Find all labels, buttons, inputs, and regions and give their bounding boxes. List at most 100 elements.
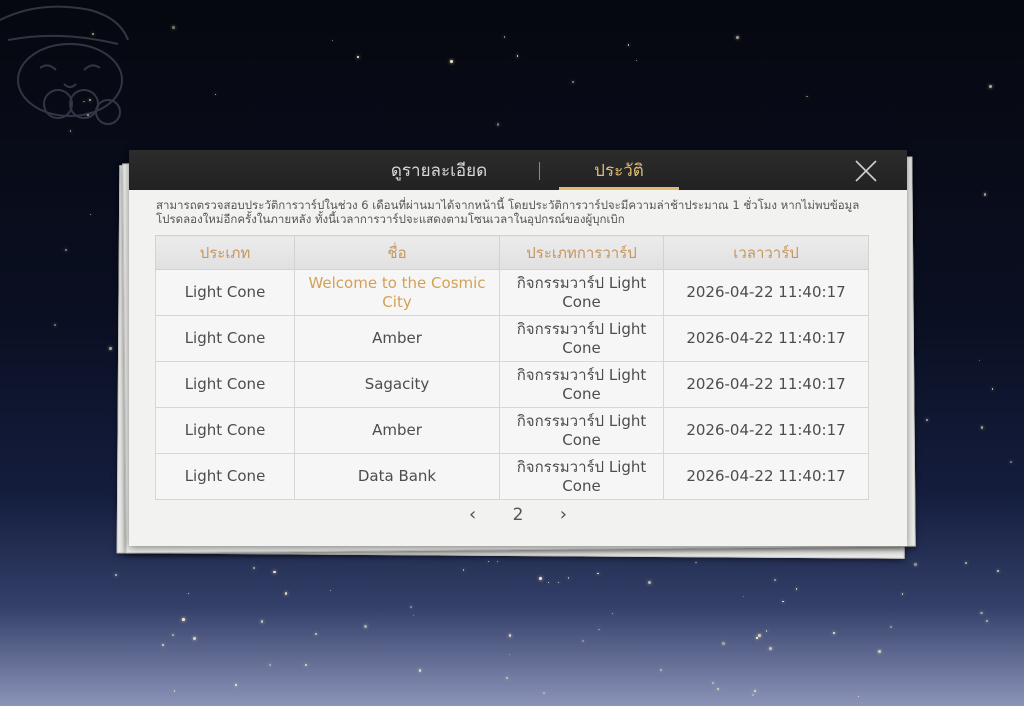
cell-name: Sagacity bbox=[294, 361, 500, 408]
column-header-name: ชื่อ bbox=[294, 235, 500, 270]
cell-type: Light Cone bbox=[155, 269, 295, 316]
cell-warp-type: กิจกรรมวาร์ป Light Cone bbox=[499, 269, 664, 316]
star bbox=[978, 360, 980, 362]
cell-warp-type: กิจกรรมวาร์ป Light Cone bbox=[499, 453, 664, 500]
star bbox=[925, 419, 928, 422]
table-row: Light Cone Data Bank กิจกรรมวาร์ป Light … bbox=[155, 453, 869, 500]
star bbox=[450, 60, 453, 64]
star bbox=[756, 637, 758, 639]
cell-warp-type: กิจกรรมวาร์ป Light Cone bbox=[499, 407, 664, 454]
star bbox=[659, 668, 663, 672]
star bbox=[252, 567, 255, 569]
warp-history-panel: ดูรายละเอียด ประวัติ สามารถตรวจสอบประวัต… bbox=[129, 150, 907, 546]
star bbox=[980, 612, 983, 615]
star bbox=[503, 36, 506, 38]
star bbox=[162, 644, 165, 646]
column-header-type: ประเภท bbox=[155, 235, 295, 270]
star bbox=[751, 693, 755, 697]
star bbox=[505, 677, 508, 680]
cell-name: Amber bbox=[294, 407, 500, 454]
star bbox=[964, 561, 967, 564]
star bbox=[889, 625, 892, 628]
tab-details[interactable]: ดูรายละเอียด bbox=[349, 150, 529, 190]
star bbox=[765, 630, 768, 633]
star bbox=[304, 664, 307, 667]
page-number: 2 bbox=[512, 505, 524, 525]
star bbox=[90, 213, 92, 215]
cell-type: Light Cone bbox=[155, 315, 295, 362]
table-row: Light Cone Sagacity กิจกรรมวาร์ป Light C… bbox=[155, 361, 869, 408]
star bbox=[497, 123, 500, 126]
cell-name: Amber bbox=[294, 315, 500, 362]
panel-header: ดูรายละเอียด ประวัติ bbox=[129, 150, 907, 190]
star bbox=[986, 620, 989, 623]
star bbox=[753, 690, 756, 693]
star bbox=[695, 561, 697, 564]
column-header-warp-type: ประเภทการวาร์ป bbox=[499, 235, 664, 270]
star bbox=[234, 684, 237, 687]
star bbox=[173, 689, 176, 692]
star bbox=[260, 620, 264, 624]
star bbox=[768, 647, 772, 651]
cell-warp-time: 2026-04-22 11:40:17 bbox=[663, 315, 869, 362]
star bbox=[538, 576, 542, 580]
star bbox=[273, 570, 276, 574]
tab-divider bbox=[539, 162, 540, 180]
pagination: ‹ 2 › bbox=[129, 504, 907, 528]
star bbox=[774, 579, 776, 581]
star bbox=[597, 572, 600, 575]
cell-type: Light Cone bbox=[155, 361, 295, 408]
star bbox=[758, 633, 761, 637]
star bbox=[516, 54, 519, 57]
next-page-button[interactable]: › bbox=[547, 504, 579, 525]
cell-type: Light Cone bbox=[155, 407, 295, 454]
star bbox=[992, 388, 994, 390]
star bbox=[721, 641, 725, 645]
pom-pom-mascot-silhouette bbox=[0, 5, 129, 125]
cell-warp-time: 2026-04-22 11:40:17 bbox=[663, 453, 869, 500]
star bbox=[901, 593, 904, 595]
star bbox=[364, 625, 367, 628]
cell-warp-time: 2026-04-22 11:40:17 bbox=[663, 269, 869, 316]
star bbox=[858, 696, 860, 698]
star bbox=[53, 323, 56, 327]
star bbox=[496, 560, 498, 562]
star bbox=[716, 688, 719, 691]
star bbox=[419, 669, 422, 672]
star bbox=[877, 649, 881, 653]
star bbox=[612, 612, 614, 614]
star bbox=[508, 634, 512, 637]
star bbox=[214, 93, 216, 95]
star bbox=[315, 633, 318, 636]
table-header-row: ประเภท ชื่อ ประเภทการวาร์ป เวลาวาร์ป bbox=[155, 235, 869, 270]
star bbox=[581, 639, 585, 643]
chevron-right-icon: › bbox=[559, 504, 567, 525]
star bbox=[171, 633, 175, 637]
table-row: Light Cone Amber กิจกรรมวาร์ป Light Cone… bbox=[155, 407, 869, 454]
star bbox=[833, 632, 835, 634]
table-row: Light Cone Welcome to the Cosmic City กิ… bbox=[155, 269, 869, 316]
tab-history[interactable]: ประวัติ bbox=[559, 150, 679, 190]
star bbox=[996, 570, 999, 572]
star bbox=[567, 577, 570, 580]
star bbox=[410, 606, 412, 608]
star bbox=[795, 588, 798, 590]
close-button[interactable] bbox=[851, 156, 881, 186]
star bbox=[984, 193, 987, 196]
star bbox=[647, 580, 652, 584]
star bbox=[989, 84, 993, 88]
star bbox=[543, 692, 546, 695]
star bbox=[736, 36, 740, 40]
star bbox=[547, 581, 549, 583]
active-tab-indicator bbox=[559, 187, 679, 190]
star bbox=[114, 574, 117, 576]
prev-page-button[interactable]: ‹ bbox=[457, 504, 489, 525]
cell-warp-type: กิจกรรมวาร์ป Light Cone bbox=[499, 315, 664, 362]
cell-warp-time: 2026-04-22 11:40:17 bbox=[663, 361, 869, 408]
star bbox=[627, 44, 630, 46]
cell-warp-time: 2026-04-22 11:40:17 bbox=[663, 407, 869, 454]
star bbox=[980, 426, 984, 429]
star bbox=[598, 628, 600, 631]
star bbox=[572, 80, 575, 83]
star bbox=[330, 590, 332, 592]
